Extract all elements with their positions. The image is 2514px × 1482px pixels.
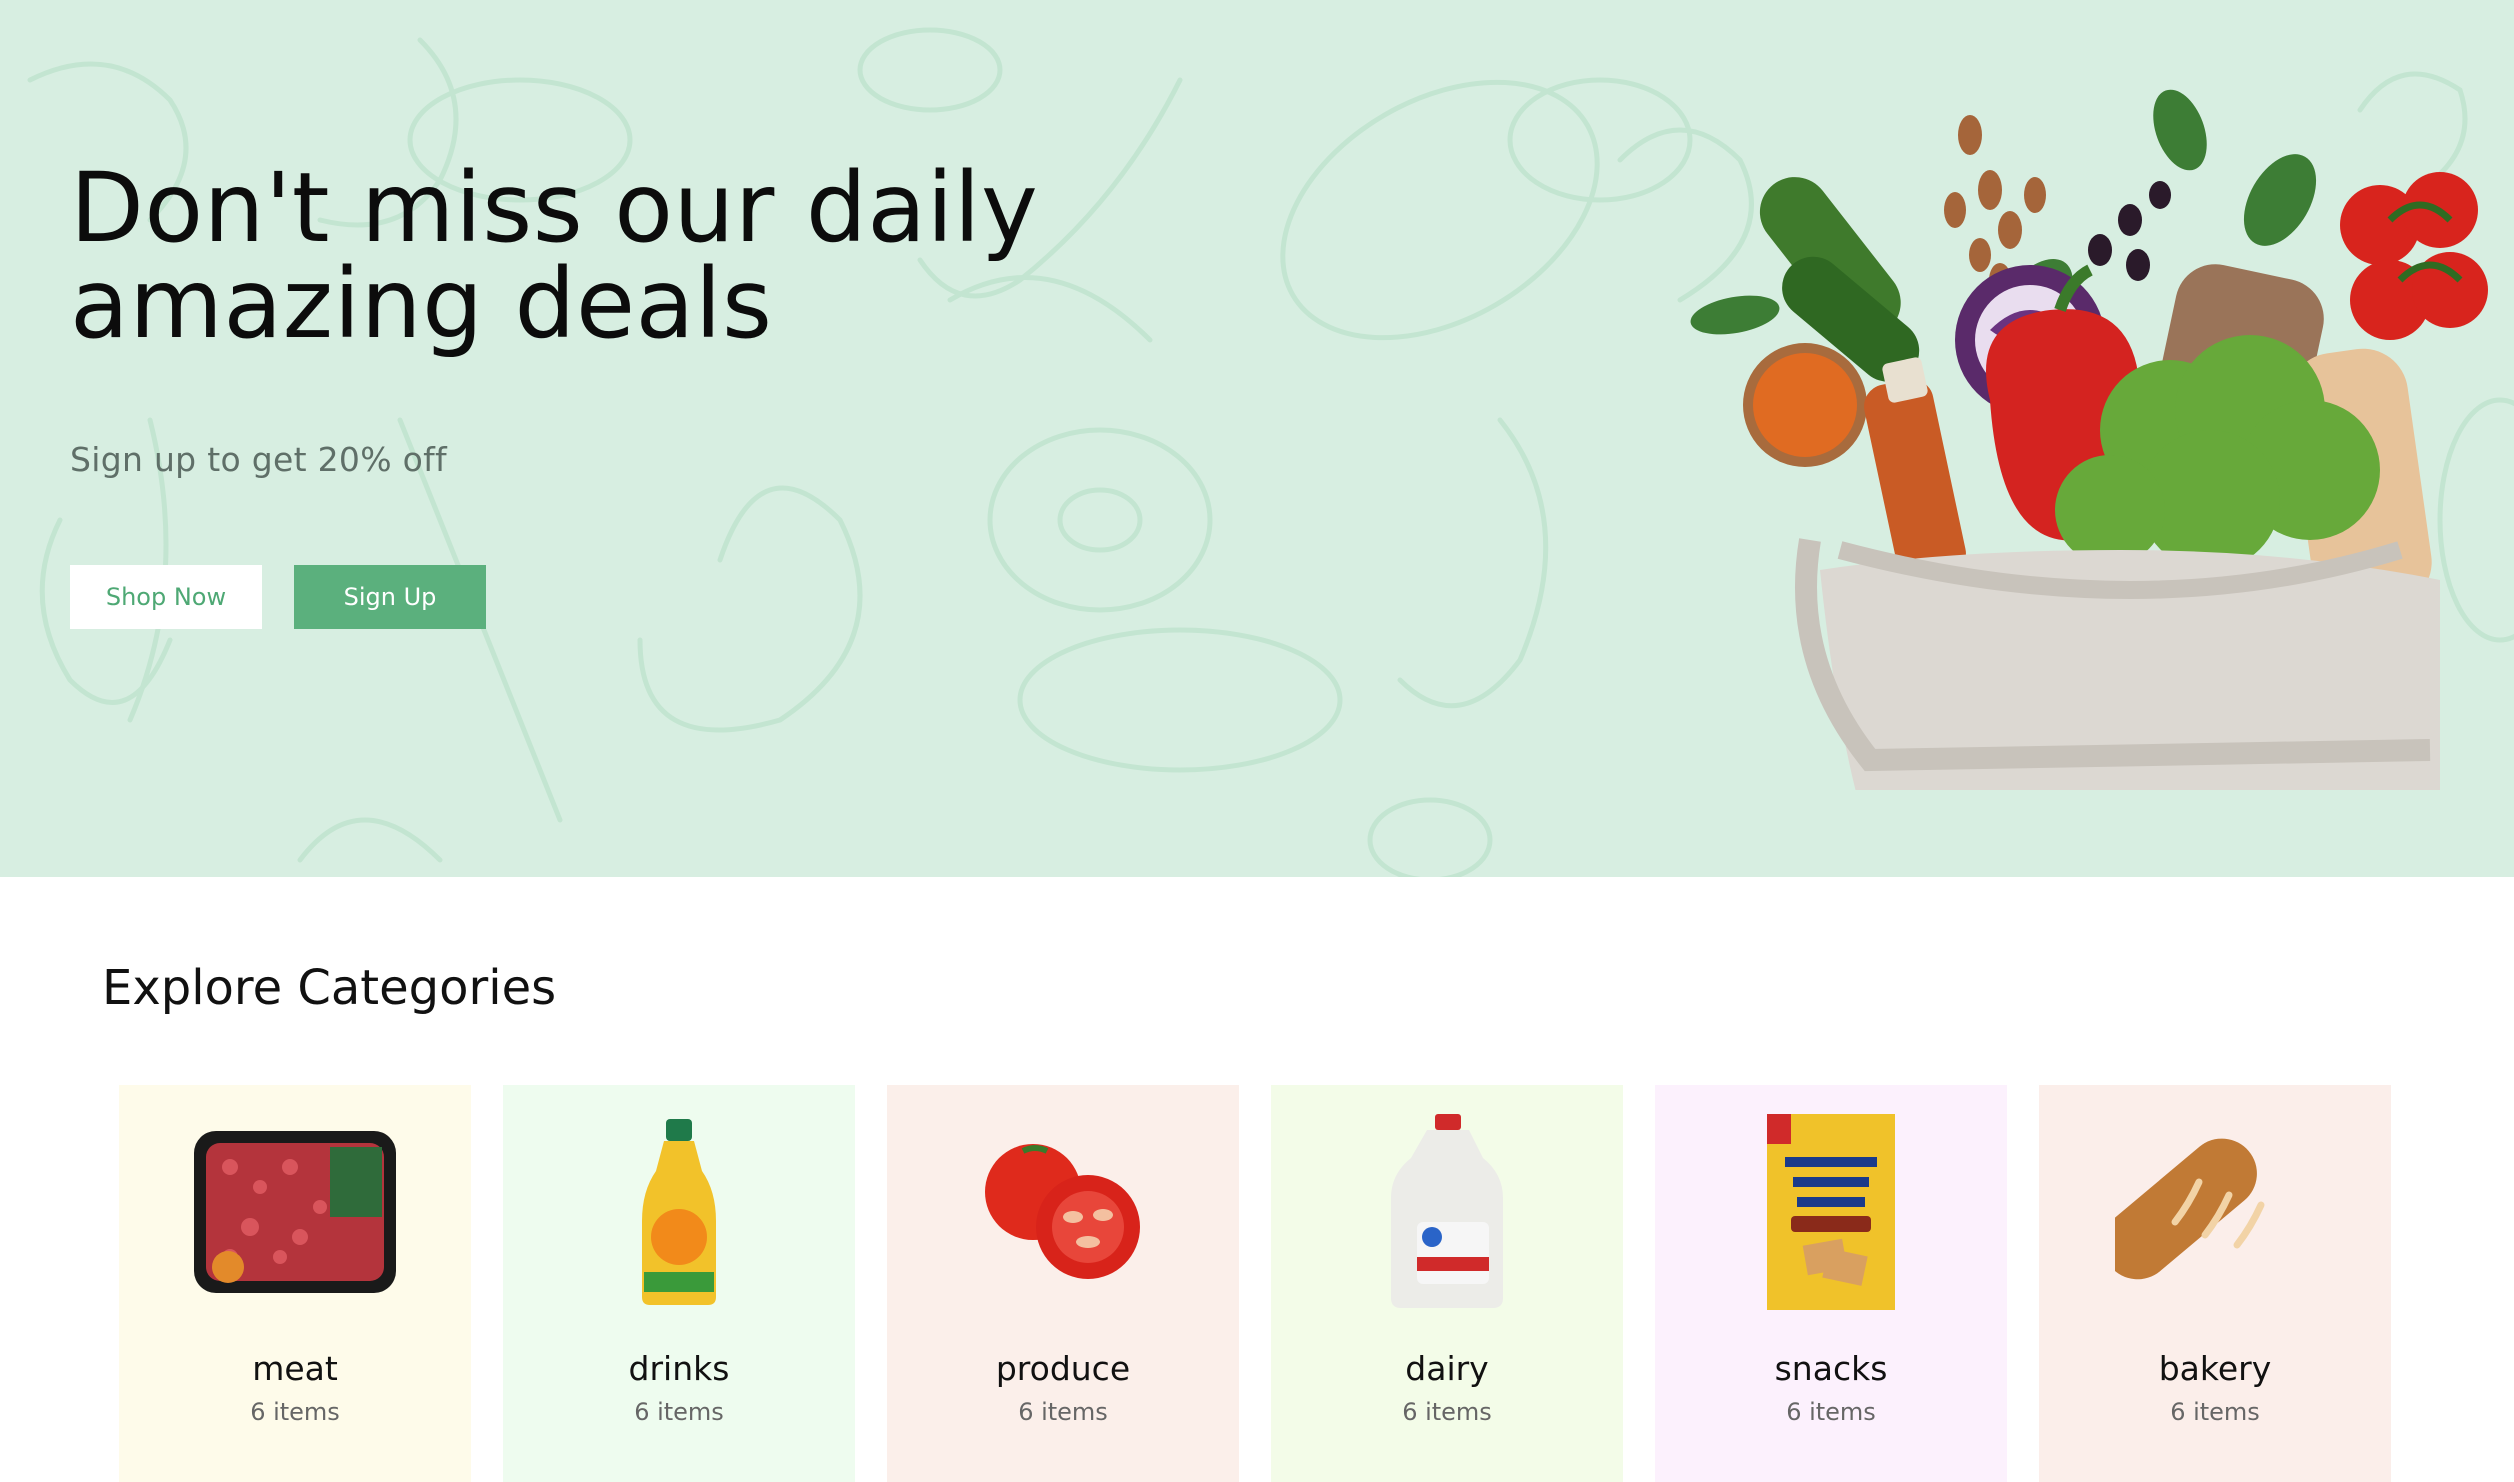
- category-card-drinks[interactable]: drinks 6 items: [503, 1085, 855, 1482]
- tomato-icon: [887, 1097, 1239, 1327]
- category-card-snacks[interactable]: snacks 6 items: [1655, 1085, 2007, 1482]
- category-count: 6 items: [1402, 1398, 1492, 1426]
- category-count: 6 items: [1786, 1398, 1876, 1426]
- category-count: 6 items: [2170, 1398, 2260, 1426]
- category-name: bakery: [2158, 1349, 2272, 1388]
- tomato-icon: [2340, 172, 2488, 340]
- grocery-bag-illustration: [1690, 89, 2488, 790]
- category-name: produce: [995, 1349, 1131, 1388]
- milk-jug-icon: [1271, 1097, 1623, 1327]
- category-list: meat 6 items drinks 6 items produce 6 it…: [119, 1085, 2391, 1482]
- shop-now-button[interactable]: Shop Now: [70, 565, 262, 629]
- section-title-explore-categories: Explore Categories: [102, 960, 557, 1016]
- category-count: 6 items: [634, 1398, 724, 1426]
- category-name: dairy: [1405, 1349, 1489, 1388]
- hero-subtitle: Sign up to get 20% off: [70, 440, 447, 479]
- category-card-produce[interactable]: produce 6 items: [887, 1085, 1239, 1482]
- category-name: meat: [252, 1349, 338, 1388]
- cracker-box-icon: [1655, 1097, 2007, 1327]
- orange-juice-bottle-icon: [503, 1097, 855, 1327]
- bread-loaf-icon: [2039, 1097, 2391, 1327]
- category-card-meat[interactable]: meat 6 items: [119, 1085, 471, 1482]
- category-name: drinks: [628, 1349, 730, 1388]
- category-card-bakery[interactable]: bakery 6 items: [2039, 1085, 2391, 1482]
- tote-bag-icon: [1795, 538, 2440, 790]
- sign-up-button[interactable]: Sign Up: [294, 565, 486, 629]
- hero-title: Don't miss our daily amazing deals: [70, 152, 1039, 360]
- category-count: 6 items: [1018, 1398, 1108, 1426]
- category-name: snacks: [1774, 1349, 1888, 1388]
- hero-banner: Don't miss our daily amazing deals Sign …: [0, 0, 2514, 877]
- lentil-bowl-icon: [1743, 343, 1867, 467]
- category-count: 6 items: [250, 1398, 340, 1426]
- ground-beef-pack-icon: [119, 1097, 471, 1327]
- category-card-dairy[interactable]: dairy 6 items: [1271, 1085, 1623, 1482]
- black-beans-icon: [2088, 181, 2171, 281]
